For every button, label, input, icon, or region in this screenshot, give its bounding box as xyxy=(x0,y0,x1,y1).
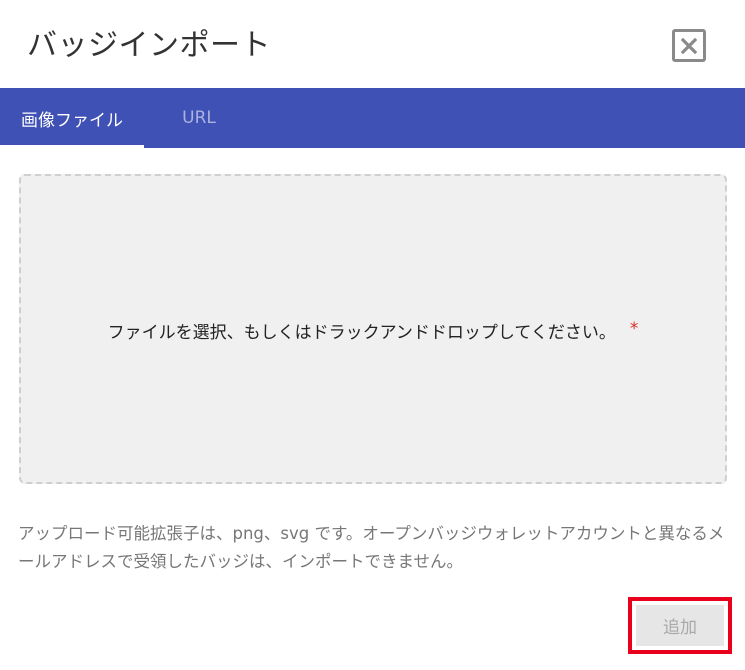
tab-bar: 画像ファイル URL xyxy=(0,88,745,148)
file-dropzone[interactable]: ファイルを選択、もしくはドラックアンドドロップしてください。 * xyxy=(19,174,727,484)
dropzone-instruction: ファイルを選択、もしくはドラックアンドドロップしてください。 xyxy=(107,322,616,343)
add-button[interactable]: 追加 xyxy=(636,605,724,646)
tab-url-label: URL xyxy=(182,108,216,128)
add-button-highlight: 追加 xyxy=(628,597,732,654)
tab-image-file-label: 画像ファイル xyxy=(21,110,123,131)
close-icon xyxy=(681,37,697,54)
tab-url[interactable]: URL xyxy=(144,88,254,148)
close-button[interactable] xyxy=(672,29,706,62)
help-text: アップロード可能拡張子は、png、svg です。オープンバッジウォレットアカウン… xyxy=(18,524,725,571)
dialog-title: バッジインポート xyxy=(27,28,271,63)
tab-image-file[interactable]: 画像ファイル xyxy=(0,88,144,148)
badge-import-dialog: バッジインポート 画像ファイル URL ファイルを選択、もしくはドラックアンドド… xyxy=(0,0,745,670)
dialog-header: バッジインポート xyxy=(0,0,745,88)
required-mark: * xyxy=(629,319,639,339)
